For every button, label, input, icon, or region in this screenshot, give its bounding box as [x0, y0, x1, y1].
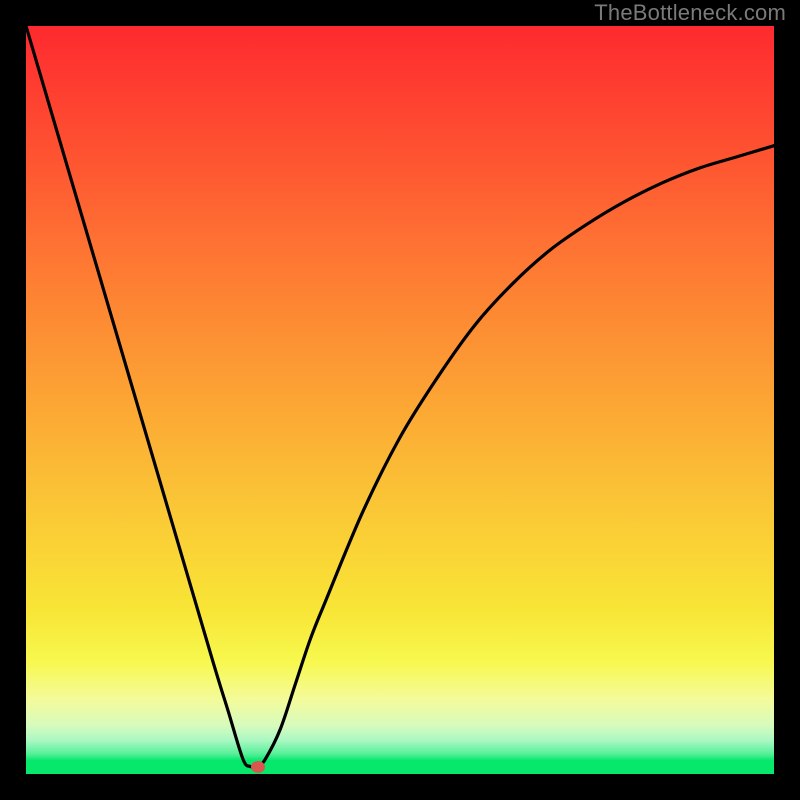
- watermark-text: TheBottleneck.com: [594, 0, 786, 26]
- curve-path: [26, 26, 774, 767]
- chart-frame: TheBottleneck.com: [0, 0, 800, 800]
- plot-area: [26, 26, 774, 774]
- optimum-marker-dot: [251, 761, 265, 773]
- bottleneck-curve: [26, 26, 774, 774]
